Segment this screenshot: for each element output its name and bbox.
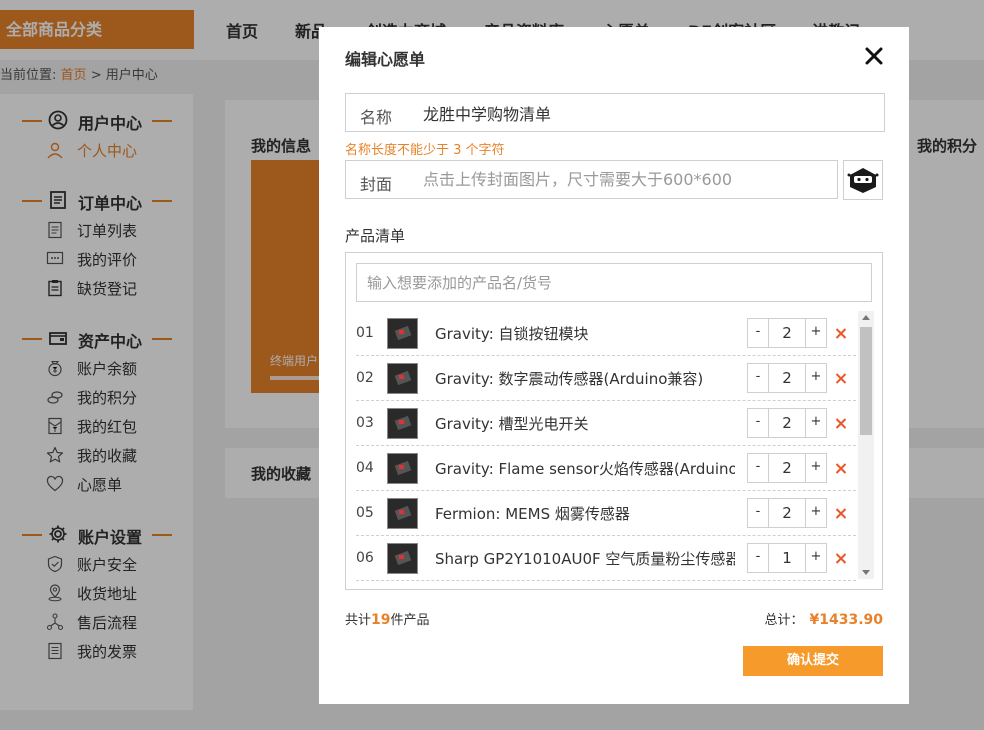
total-label: 总计： (764, 613, 804, 628)
remove-icon[interactable] (833, 412, 849, 434)
product-index: 06 (356, 550, 374, 566)
product-search (356, 263, 872, 302)
quantity-value[interactable]: 2 (768, 409, 806, 437)
product-index: 02 (356, 370, 374, 386)
quantity-minus-button[interactable]: - (748, 409, 768, 437)
product-thumbnail (387, 363, 418, 394)
count-value: 19 (371, 612, 391, 628)
product-row: 03 Gravity: 槽型光电开关 - 2 + (356, 401, 856, 446)
quantity-stepper: - 2 + (747, 453, 827, 483)
robot-upload-icon (847, 168, 879, 193)
remove-icon[interactable] (833, 322, 849, 344)
quantity-minus-button[interactable]: - (748, 499, 768, 527)
total-amount: ¥1433.90 (809, 612, 883, 628)
quantity-minus-button[interactable]: - (748, 454, 768, 482)
edit-wishlist-modal: 编辑心愿单 名称 名称长度不能少于 3 个字符 封面 产品清单 01 Gravi… (319, 27, 909, 704)
product-index: 05 (356, 505, 374, 521)
product-name[interactable]: Gravity: 自锁按钮模块 (435, 323, 735, 344)
product-name[interactable]: Gravity: 数字震动传感器(Arduino兼容) (435, 368, 735, 389)
quantity-plus-button[interactable]: + (806, 319, 826, 347)
quantity-value[interactable]: 1 (768, 544, 806, 572)
scroll-down-icon[interactable] (862, 570, 870, 575)
name-field: 名称 (345, 93, 885, 132)
cover-field: 封面 (345, 160, 838, 199)
quantity-stepper: - 2 + (747, 498, 827, 528)
product-name[interactable]: Gravity: 槽型光电开关 (435, 413, 735, 434)
name-error-message: 名称长度不能少于 3 个字符 (345, 143, 505, 158)
cover-input[interactable] (423, 161, 823, 198)
count-suffix: 件产品 (390, 613, 430, 628)
quantity-stepper: - 2 + (747, 318, 827, 348)
product-row: 04 Gravity: Flame sensor火焰传感器(Arduino兼容)… (356, 446, 856, 491)
quantity-plus-button[interactable]: + (806, 364, 826, 392)
quantity-plus-button[interactable]: + (806, 544, 826, 572)
product-search-input[interactable] (357, 264, 871, 301)
product-index: 03 (356, 415, 374, 431)
name-input[interactable] (423, 94, 873, 131)
quantity-minus-button[interactable]: - (748, 364, 768, 392)
cover-label: 封面 (360, 175, 393, 194)
remove-icon[interactable] (833, 367, 849, 389)
product-list-scrollbar[interactable] (858, 311, 874, 579)
product-name[interactable]: Sharp GP2Y1010AU0F 空气质量粉尘传感器 (435, 548, 735, 569)
scroll-up-icon[interactable] (862, 315, 870, 320)
product-list-box: 01 Gravity: 自锁按钮模块 - 2 + 02 Gravity: 数字震… (345, 252, 883, 590)
product-name[interactable]: Gravity: Flame sensor火焰传感器(Arduino兼容) (435, 458, 735, 479)
product-count: 共计19件产品 (345, 609, 430, 628)
product-index: 01 (356, 325, 374, 341)
quantity-stepper: - 2 + (747, 363, 827, 393)
count-prefix: 共计 (345, 613, 372, 628)
close-icon[interactable] (863, 45, 885, 67)
product-index: 04 (356, 460, 374, 476)
quantity-stepper: - 1 + (747, 543, 827, 573)
quantity-plus-button[interactable]: + (806, 409, 826, 437)
quantity-value[interactable]: 2 (768, 454, 806, 482)
quantity-value[interactable]: 2 (768, 319, 806, 347)
name-label: 名称 (360, 108, 393, 127)
order-total: 总计： ¥1433.90 (764, 609, 883, 628)
product-row: 05 Fermion: MEMS 烟雾传感器 - 2 + (356, 491, 856, 536)
cover-upload-button[interactable] (843, 160, 883, 200)
quantity-value[interactable]: 2 (768, 499, 806, 527)
product-thumbnail (387, 408, 418, 439)
remove-icon[interactable] (833, 502, 849, 524)
remove-icon[interactable] (833, 457, 849, 479)
scrollbar-thumb[interactable] (860, 327, 872, 435)
quantity-minus-button[interactable]: - (748, 544, 768, 572)
product-row: 01 Gravity: 自锁按钮模块 - 2 + (356, 311, 856, 356)
product-thumbnail (387, 318, 418, 349)
quantity-value[interactable]: 2 (768, 364, 806, 392)
product-rows: 01 Gravity: 自锁按钮模块 - 2 + 02 Gravity: 数字震… (356, 311, 856, 587)
quantity-plus-button[interactable]: + (806, 499, 826, 527)
remove-icon[interactable] (833, 547, 849, 569)
product-list-title: 产品清单 (345, 227, 406, 245)
product-thumbnail (387, 543, 418, 574)
product-row: 06 Sharp GP2Y1010AU0F 空气质量粉尘传感器 - 1 + (356, 536, 856, 581)
confirm-submit-button[interactable]: 确认提交 (743, 646, 883, 676)
product-name[interactable]: Fermion: MEMS 烟雾传感器 (435, 503, 735, 524)
product-thumbnail (387, 453, 418, 484)
modal-title: 编辑心愿单 (345, 50, 426, 69)
quantity-minus-button[interactable]: - (748, 319, 768, 347)
product-row: 02 Gravity: 数字震动传感器(Arduino兼容) - 2 + (356, 356, 856, 401)
quantity-stepper: - 2 + (747, 408, 827, 438)
product-thumbnail (387, 498, 418, 529)
quantity-plus-button[interactable]: + (806, 454, 826, 482)
